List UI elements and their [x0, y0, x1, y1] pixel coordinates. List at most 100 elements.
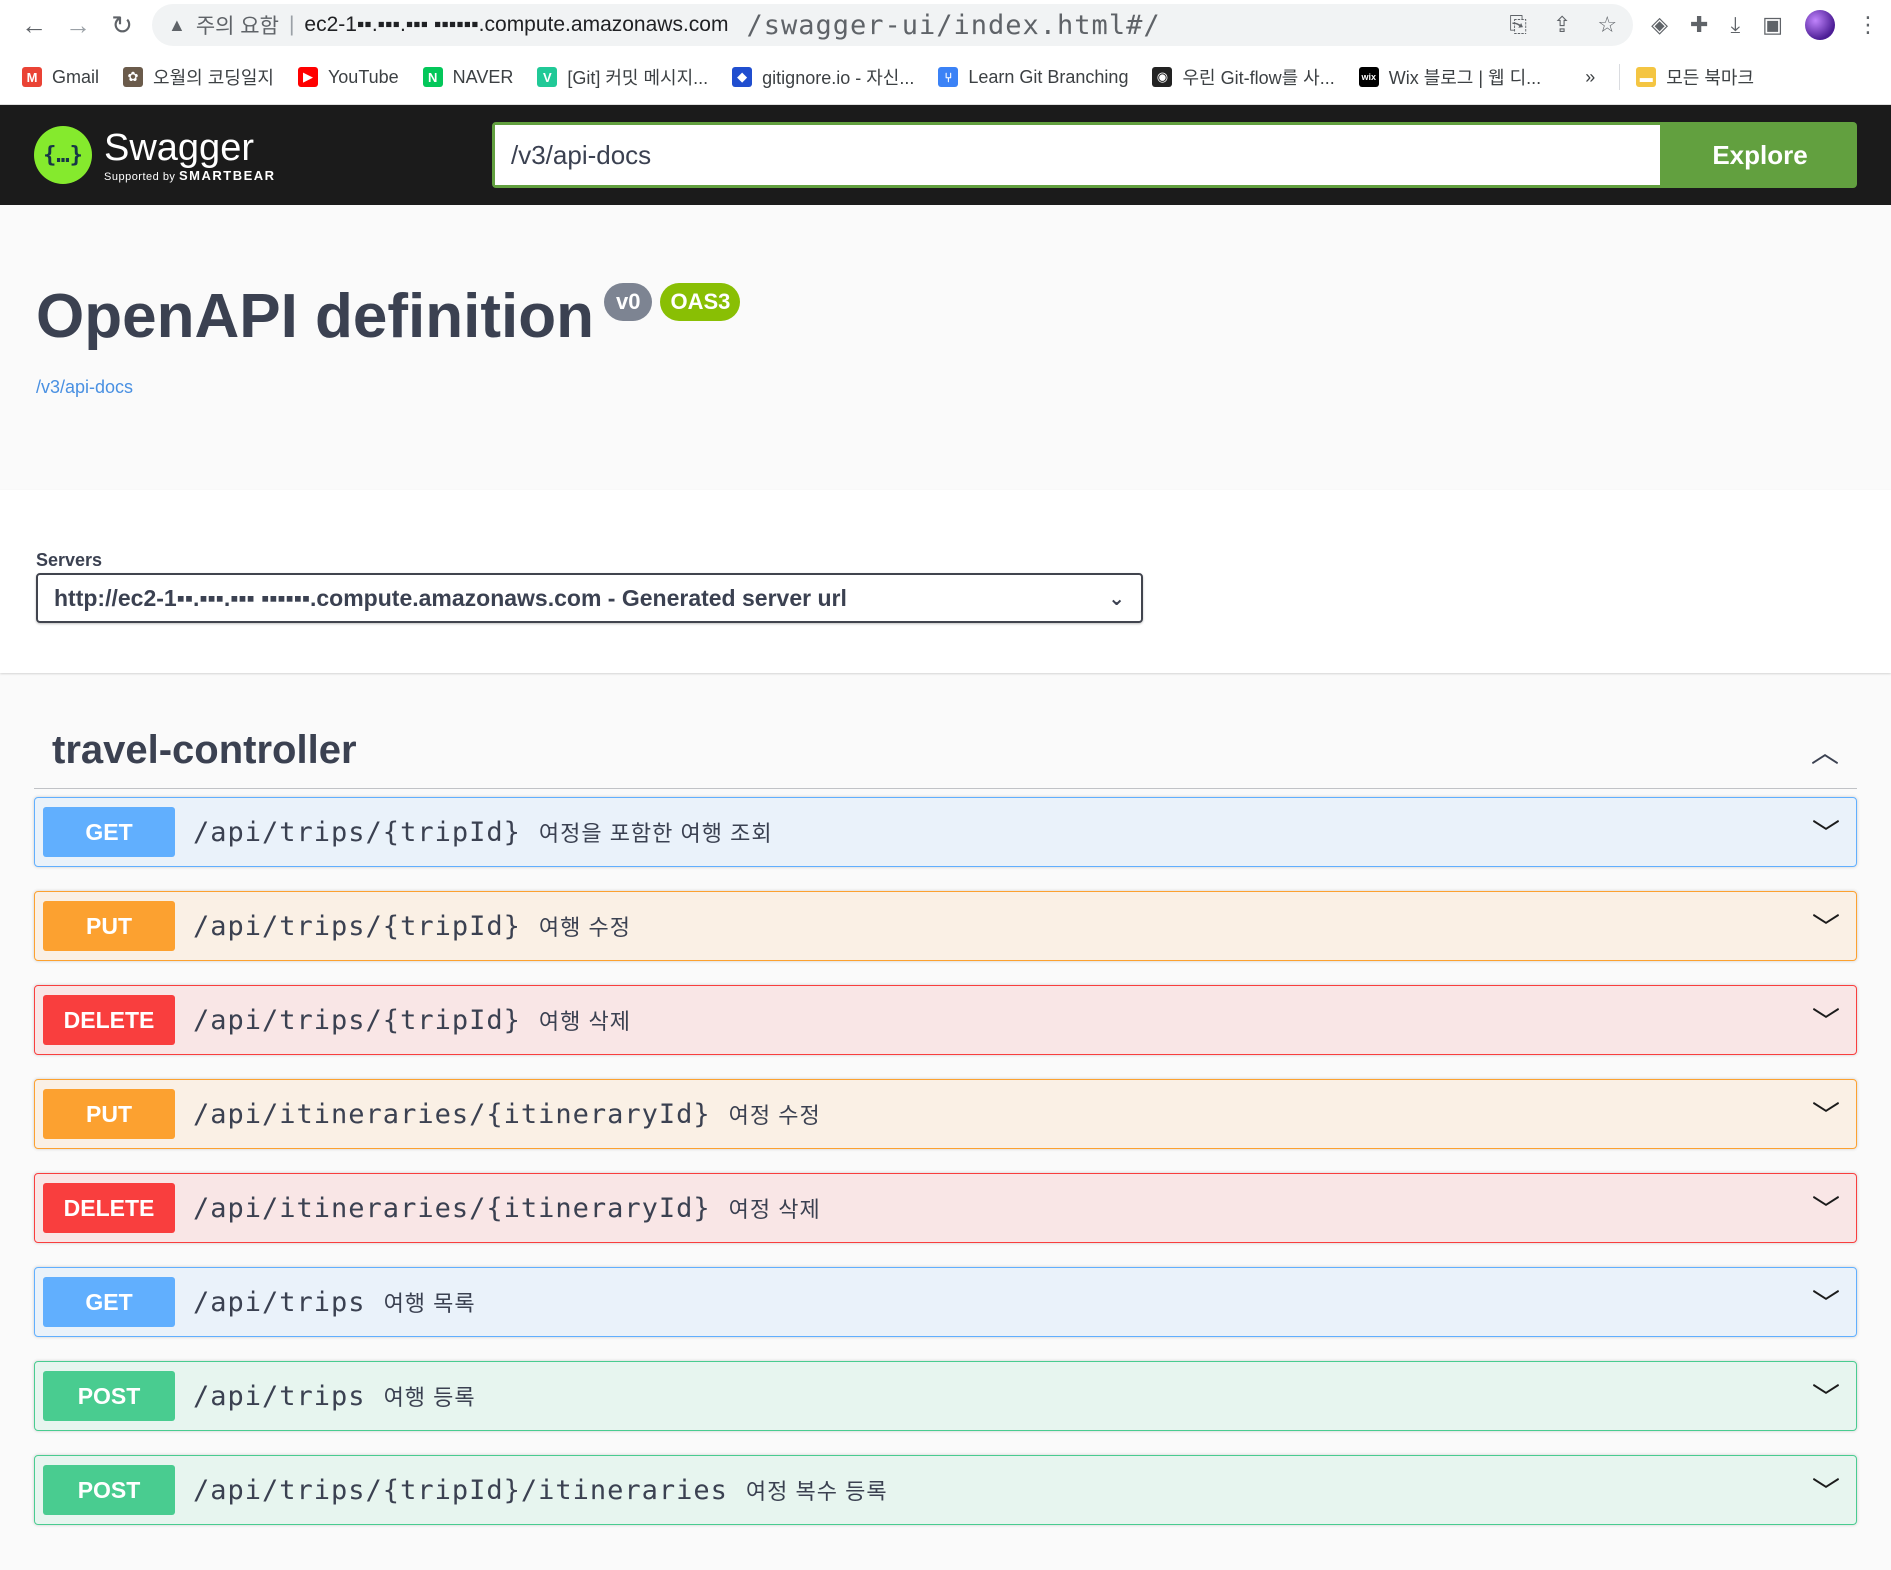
overflow-icon: » [1585, 66, 1596, 87]
swagger-logo[interactable]: {…} Swagger Supported by SMARTBEAR [34, 126, 492, 184]
method-badge: PUT [43, 901, 175, 951]
address-bar[interactable]: ▲ 주의 요함 | ec2-1▪▪.▪▪▪.▪▪▪ ▪▪▪▪▪▪.compute… [152, 4, 1634, 46]
logo-sub-small: Supported by [104, 170, 176, 183]
operation-summary: 여정을 포함한 여행 조회 [538, 821, 773, 846]
operation-path: /api/trips [193, 1380, 366, 1412]
download-url-wrapper [492, 122, 1663, 188]
bookmark-label: 우린 Git-flow를 사... [1182, 68, 1335, 88]
side-panel-icon[interactable]: ▣ [1762, 12, 1783, 38]
warning-icon[interactable]: ▲ [168, 15, 186, 36]
bookmark-git-branching[interactable]: ⑂ Learn Git Branching [938, 67, 1128, 88]
gmail-icon: M [22, 67, 42, 87]
servers-selected: http://ec2-1▪▪.▪▪▪.▪▪▪ ▪▪▪▪▪▪.compute.am… [54, 584, 847, 611]
url-path: /swagger-ui/index.html#/ [746, 9, 1161, 41]
bookmarks-overflow[interactable]: » [1585, 67, 1595, 88]
extension-icon[interactable]: ◈ [1651, 12, 1668, 38]
bookmark-blog[interactable]: ✿ 오월의 코딩일지 [123, 64, 274, 90]
operation-row[interactable]: DELETE /api/trips/{tripId} 여행 삭제 ﹀ [34, 985, 1857, 1055]
url-host: ec2-1▪▪.▪▪▪.▪▪▪ ▪▪▪▪▪▪.compute.amazonaws… [304, 13, 729, 36]
spec-link[interactable]: /v3/api-docs [36, 377, 133, 398]
operation-summary: 여정 수정 [728, 1103, 821, 1128]
operation-path: /api/trips/{tripId} [193, 1004, 521, 1036]
operation-path: /api/itineraries/{itineraryId} [193, 1098, 711, 1130]
translate-icon[interactable]: ⎘ [1509, 12, 1527, 38]
bookmark-label: YouTube [327, 66, 399, 87]
forward-icon[interactable]: → [56, 3, 100, 47]
method-badge: POST [43, 1465, 175, 1515]
chevron-up-icon[interactable]: ︿ [1811, 731, 1839, 771]
method-badge: GET [43, 1277, 175, 1327]
operation-summary: 여정 복수 등록 [745, 1479, 888, 1504]
naver-icon: N [422, 67, 443, 87]
youtube-icon: ▶ [297, 67, 318, 87]
all-bookmarks[interactable]: ▬ 모든 북마크 [1619, 64, 1754, 90]
method-badge: POST [43, 1371, 175, 1421]
browser-toolbar: ← → ↻ ▲ 주의 요함 | ec2-1▪▪.▪▪▪.▪▪▪ ▪▪▪▪▪▪.c… [0, 0, 1891, 50]
back-icon[interactable]: ← [12, 3, 56, 47]
wix-icon: wix [1358, 67, 1379, 87]
profile-avatar[interactable] [1805, 10, 1835, 40]
spec-url-input[interactable] [495, 125, 1660, 185]
bookmark-git-flow[interactable]: ◉ 우린 Git-flow를 사... [1152, 64, 1335, 90]
explore-button[interactable]: Explore [1663, 122, 1857, 188]
operation-summary: 여행 수정 [538, 915, 631, 940]
operation-path: /api/trips/{tripId}/itineraries [193, 1474, 728, 1506]
bookmark-label: Learn Git Branching [968, 66, 1129, 87]
operation-row[interactable]: DELETE /api/itineraries/{itineraryId} 여정… [34, 1173, 1857, 1243]
servers-section: Servers http://ec2-1▪▪.▪▪▪.▪▪▪ ▪▪▪▪▪▪.co… [0, 490, 1891, 673]
address-actions: ⎘ ⇪ ☆ [1509, 12, 1617, 38]
bookmark-gmail[interactable]: M Gmail [22, 67, 99, 88]
tag-header[interactable]: travel-controller ︿ [34, 713, 1857, 789]
operation-row[interactable]: POST /api/trips 여행 등록 ﹀ [34, 1361, 1857, 1431]
share-icon[interactable]: ⇪ [1553, 12, 1571, 38]
operation-row[interactable]: POST /api/trips/{tripId}/itineraries 여정 … [34, 1455, 1857, 1525]
operation-summary: 여행 목록 [383, 1291, 476, 1316]
chevron-down-icon[interactable]: ﹀ [1812, 906, 1840, 946]
blog-icon: ✿ [123, 67, 144, 87]
method-badge: GET [43, 807, 175, 857]
operation-row[interactable]: PUT /api/itineraries/{itineraryId} 여정 수정… [34, 1079, 1857, 1149]
reload-icon[interactable]: ↻ [100, 3, 144, 47]
swagger-logo-icon: {…} [34, 126, 92, 184]
bookmark-label: 오월의 코딩일지 [153, 68, 274, 88]
bookmark-wix[interactable]: wix Wix 블로그 | 웹 디... [1358, 64, 1542, 90]
method-badge: DELETE [43, 995, 175, 1045]
chevron-down-icon[interactable]: ﹀ [1812, 1376, 1840, 1416]
address-separator: | [288, 13, 295, 36]
all-bookmarks-label: 모든 북마크 [1666, 68, 1755, 88]
chevron-down-icon[interactable]: ﹀ [1812, 1282, 1840, 1322]
bookmark-label: gitignore.io - 자신... [762, 68, 915, 88]
bookmark-velog[interactable]: V [Git] 커밋 메시지... [537, 64, 708, 90]
star-icon[interactable]: ☆ [1597, 12, 1617, 38]
logo-sub-brand: SMARTBEAR [179, 167, 276, 183]
info-section: OpenAPI definition v0 OAS3 /v3/api-docs [0, 205, 1891, 490]
bookmark-youtube[interactable]: ▶ YouTube [297, 66, 399, 88]
logo-text: Swagger Supported by SMARTBEAR [104, 128, 276, 183]
operations-section: travel-controller ︿ GET /api/trips/{trip… [0, 673, 1891, 1525]
bookmark-gitignore[interactable]: ◆ gitignore.io - 자신... [732, 64, 914, 90]
servers-label: Servers [36, 550, 103, 570]
method-badge: PUT [43, 1089, 175, 1139]
operation-path: /api/itineraries/{itineraryId} [193, 1192, 711, 1224]
operation-row[interactable]: PUT /api/trips/{tripId} 여행 수정 ﹀ [34, 891, 1857, 961]
security-label[interactable]: 주의 요함 [196, 10, 279, 40]
download-icon[interactable]: ⤓ [1730, 12, 1740, 38]
puzzle-icon[interactable]: ✚ [1690, 12, 1708, 38]
chevron-down-icon[interactable]: ﹀ [1812, 812, 1840, 852]
woowa-icon: ◉ [1152, 67, 1173, 87]
bookmark-naver[interactable]: N NAVER [422, 67, 513, 88]
bookmarks-bar: M Gmail ✿ 오월의 코딩일지 ▶ YouTube N NAVER V [… [0, 50, 1891, 105]
menu-icon[interactable]: ⋮ [1857, 12, 1879, 38]
operation-row[interactable]: GET /api/trips 여행 목록 ﹀ [34, 1267, 1857, 1337]
bookmark-label: Wix 블로그 | 웹 디... [1388, 68, 1542, 88]
chevron-down-icon[interactable]: ﹀ [1812, 1188, 1840, 1228]
operation-path: /api/trips/{tripId} [193, 816, 521, 848]
operation-summary: 여정 삭제 [728, 1197, 821, 1222]
title-row: OpenAPI definition v0 OAS3 [36, 281, 741, 352]
chevron-down-icon[interactable]: ﹀ [1812, 1094, 1840, 1134]
chevron-down-icon[interactable]: ﹀ [1812, 1470, 1840, 1510]
operation-row[interactable]: GET /api/trips/{tripId} 여정을 포함한 여행 조회 ﹀ [34, 797, 1857, 867]
servers-select[interactable]: http://ec2-1▪▪.▪▪▪.▪▪▪ ▪▪▪▪▪▪.compute.am… [36, 573, 1143, 623]
page-title: OpenAPI definition [36, 282, 594, 351]
chevron-down-icon[interactable]: ﹀ [1812, 1000, 1840, 1040]
